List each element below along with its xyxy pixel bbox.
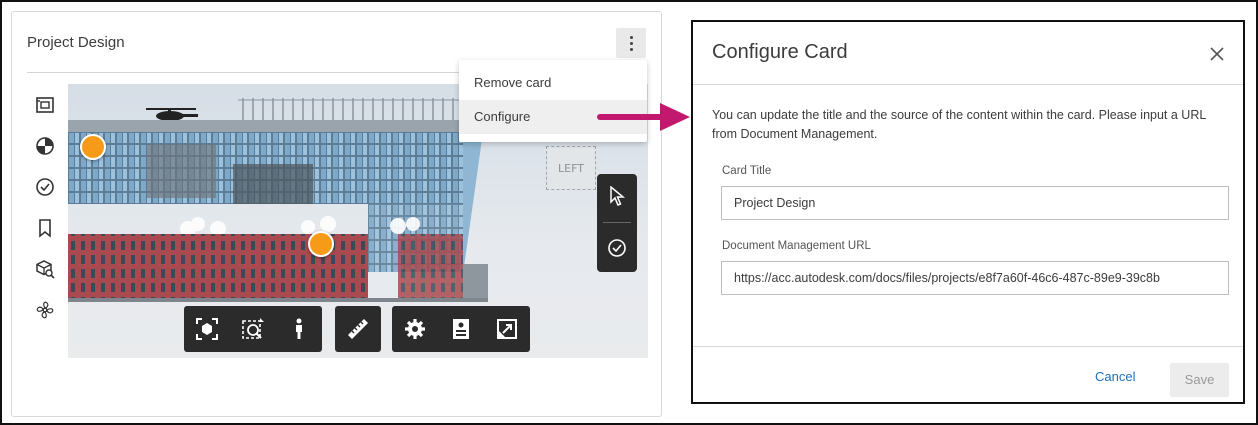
url-input[interactable]: https://acc.autodesk.com/docs/files/proj… [721, 261, 1229, 295]
card-title-label: Card Title [722, 165, 772, 177]
cancel-button[interactable]: Cancel [1095, 369, 1135, 384]
close-icon[interactable] [1208, 45, 1226, 63]
menu-item-remove-card[interactable]: Remove card [459, 66, 647, 100]
model-browser-icon[interactable] [34, 135, 56, 157]
fullscreen-icon[interactable] [487, 309, 527, 349]
cube-search-icon[interactable] [34, 258, 56, 280]
fan-icon[interactable] [34, 299, 56, 321]
bookmark-icon[interactable] [34, 217, 56, 239]
navigation-toolbar [184, 306, 322, 352]
issue-pin[interactable] [308, 231, 334, 257]
more-options-button[interactable] [616, 28, 646, 58]
settings-toolbar [392, 306, 530, 352]
selection-toolbar [597, 174, 637, 272]
more-dot [629, 35, 633, 39]
zoom-window-icon[interactable] [233, 309, 273, 349]
cursor-icon[interactable] [605, 184, 629, 208]
callout-arrow [597, 103, 690, 131]
save-button[interactable]: Save [1170, 363, 1229, 397]
issue-pin[interactable] [80, 134, 106, 160]
more-dot [629, 41, 633, 45]
focus-icon[interactable] [187, 309, 227, 349]
viewcube[interactable]: LEFT [546, 146, 596, 190]
more-dot [629, 47, 633, 51]
check-circle-icon[interactable] [34, 176, 56, 198]
card-title: Project Design [27, 34, 125, 51]
dialog-header-divider [693, 84, 1243, 85]
settings-icon[interactable] [395, 309, 435, 349]
properties-icon[interactable] [441, 309, 481, 349]
configure-card-dialog: Configure Card You can update the title … [691, 20, 1245, 404]
sheet-icon[interactable] [34, 94, 56, 116]
side-toolbar [34, 94, 58, 340]
dialog-title: Configure Card [712, 41, 848, 63]
check-circle-icon[interactable] [605, 236, 629, 260]
walk-icon[interactable] [279, 309, 319, 349]
dialog-footer-divider [693, 346, 1243, 347]
measure-icon[interactable] [338, 309, 378, 349]
dialog-description: You can update the title and the source … [712, 108, 1206, 141]
toolbar-separator [603, 222, 631, 223]
url-label: Document Management URL [722, 240, 871, 252]
card-title-input[interactable]: Project Design [721, 186, 1229, 220]
measure-toolbar [335, 306, 381, 352]
